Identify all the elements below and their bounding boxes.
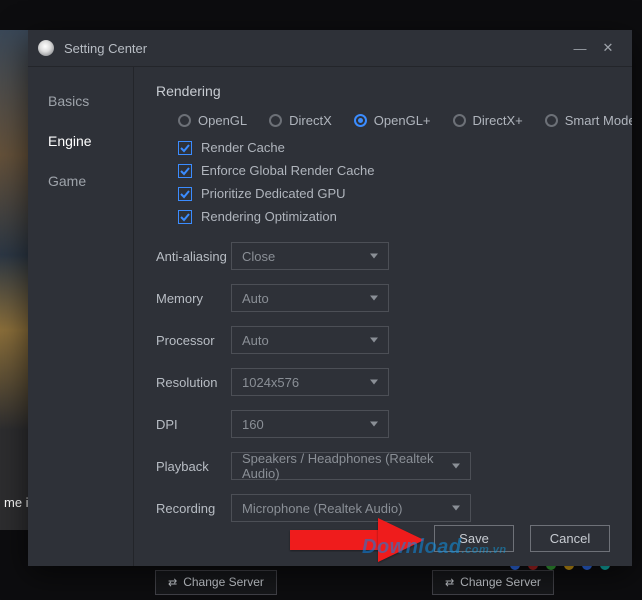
select-value: 1024x576 bbox=[242, 375, 299, 390]
radio-dot-icon bbox=[178, 114, 191, 127]
select-value: 160 bbox=[242, 417, 264, 432]
row-resolution: Resolution 1024x576 bbox=[156, 368, 610, 396]
checkbox-rendering-optimization[interactable]: Rendering Optimization bbox=[178, 209, 610, 224]
minimize-button[interactable]: — bbox=[566, 41, 594, 56]
radio-label: DirectX+ bbox=[473, 113, 523, 128]
row-label: Memory bbox=[156, 291, 231, 306]
chevron-down-icon bbox=[370, 338, 378, 343]
sidebar-tab-engine[interactable]: Engine bbox=[28, 121, 133, 161]
rendering-check-list: Render Cache Enforce Global Render Cache P… bbox=[178, 140, 610, 224]
cancel-button[interactable]: Cancel bbox=[530, 525, 610, 552]
row-label: Playback bbox=[156, 459, 231, 474]
select-value: Auto bbox=[242, 333, 269, 348]
modal-body: BasicsEngineGame Rendering OpenGL DirectX… bbox=[28, 67, 632, 566]
app-icon bbox=[38, 40, 54, 56]
checkbox-icon bbox=[178, 210, 192, 224]
settings-form: Anti-aliasing Close Memory Auto Processor Aut… bbox=[156, 242, 610, 522]
select-value: Speakers / Headphones (Realtek Audio) bbox=[242, 451, 460, 481]
section-header-rendering: Rendering bbox=[156, 83, 610, 99]
modal-footer: Save Cancel bbox=[434, 525, 610, 552]
change-server-label: Change Server bbox=[460, 575, 541, 589]
row-playback: Playback Speakers / Headphones (Realtek A… bbox=[156, 452, 610, 480]
chevron-down-icon bbox=[452, 464, 460, 469]
checkbox-icon bbox=[178, 141, 192, 155]
close-button[interactable]: ✕ bbox=[594, 40, 622, 56]
checkbox-icon bbox=[178, 187, 192, 201]
modal-title: Setting Center bbox=[64, 41, 566, 56]
titlebar: Setting Center — ✕ bbox=[28, 30, 632, 66]
radio-label: Smart Mode bbox=[565, 113, 632, 128]
rendering-mode-radio-group: OpenGLDirectXOpenGL+DirectX+Smart Mode bbox=[178, 113, 610, 128]
select-processor[interactable]: Auto bbox=[231, 326, 389, 354]
change-server-button-right[interactable]: ⇄ Change Server bbox=[432, 570, 554, 595]
row-label: DPI bbox=[156, 417, 231, 432]
select-recording[interactable]: Microphone (Realtek Audio) bbox=[231, 494, 471, 522]
radio-label: OpenGL+ bbox=[374, 113, 431, 128]
select-playback[interactable]: Speakers / Headphones (Realtek Audio) bbox=[231, 452, 471, 480]
radio-label: OpenGL bbox=[198, 113, 247, 128]
radio-directx[interactable]: DirectX bbox=[269, 113, 332, 128]
checkbox-label: Rendering Optimization bbox=[201, 209, 337, 224]
select-resolution[interactable]: 1024x576 bbox=[231, 368, 389, 396]
row-processor: Processor Auto bbox=[156, 326, 610, 354]
chevron-down-icon bbox=[370, 254, 378, 259]
change-server-button-left[interactable]: ⇄ Change Server bbox=[155, 570, 277, 595]
radio-dot-icon bbox=[354, 114, 367, 127]
change-server-label: Change Server bbox=[183, 575, 264, 589]
chevron-down-icon bbox=[370, 380, 378, 385]
swap-icon: ⇄ bbox=[445, 576, 454, 589]
select-anti-aliasing[interactable]: Close bbox=[231, 242, 389, 270]
row-label: Recording bbox=[156, 501, 231, 516]
radio-dot-icon bbox=[269, 114, 282, 127]
checkbox-label: Prioritize Dedicated GPU bbox=[201, 186, 346, 201]
checkbox-render-cache[interactable]: Render Cache bbox=[178, 140, 610, 155]
select-value: Microphone (Realtek Audio) bbox=[242, 501, 402, 516]
row-anti-aliasing: Anti-aliasing Close bbox=[156, 242, 610, 270]
background-game-strip bbox=[0, 30, 28, 530]
chevron-down-icon bbox=[370, 422, 378, 427]
row-dpi: DPI 160 bbox=[156, 410, 610, 438]
checkbox-label: Enforce Global Render Cache bbox=[201, 163, 374, 178]
radio-directxplus[interactable]: DirectX+ bbox=[453, 113, 523, 128]
chevron-down-icon bbox=[370, 296, 378, 301]
chevron-down-icon bbox=[452, 506, 460, 511]
checkbox-icon bbox=[178, 164, 192, 178]
radio-dot-icon bbox=[545, 114, 558, 127]
sidebar: BasicsEngineGame bbox=[28, 67, 134, 566]
sidebar-tab-basics[interactable]: Basics bbox=[28, 81, 133, 121]
radio-dot-icon bbox=[453, 114, 466, 127]
save-button[interactable]: Save bbox=[434, 525, 514, 552]
select-value: Auto bbox=[242, 291, 269, 306]
radio-label: DirectX bbox=[289, 113, 332, 128]
row-label: Processor bbox=[156, 333, 231, 348]
swap-icon: ⇄ bbox=[168, 576, 177, 589]
radio-opengl[interactable]: OpenGL bbox=[178, 113, 247, 128]
settings-modal: Setting Center — ✕ BasicsEngineGame Rend… bbox=[28, 30, 632, 566]
row-label: Anti-aliasing bbox=[156, 249, 231, 264]
select-dpi[interactable]: 160 bbox=[231, 410, 389, 438]
checkbox-prioritize-dedicated-gpu[interactable]: Prioritize Dedicated GPU bbox=[178, 186, 610, 201]
row-memory: Memory Auto bbox=[156, 284, 610, 312]
row-label: Resolution bbox=[156, 375, 231, 390]
checkbox-enforce-global-render-cache[interactable]: Enforce Global Render Cache bbox=[178, 163, 610, 178]
radio-openglplus[interactable]: OpenGL+ bbox=[354, 113, 431, 128]
content: Rendering OpenGL DirectX OpenGL+ DirectX+ Sm… bbox=[134, 67, 632, 566]
select-value: Close bbox=[242, 249, 275, 264]
select-memory[interactable]: Auto bbox=[231, 284, 389, 312]
radio-smart mode[interactable]: Smart Mode bbox=[545, 113, 632, 128]
sidebar-tab-game[interactable]: Game bbox=[28, 161, 133, 201]
row-recording: Recording Microphone (Realtek Audio) bbox=[156, 494, 610, 522]
checkbox-label: Render Cache bbox=[201, 140, 285, 155]
